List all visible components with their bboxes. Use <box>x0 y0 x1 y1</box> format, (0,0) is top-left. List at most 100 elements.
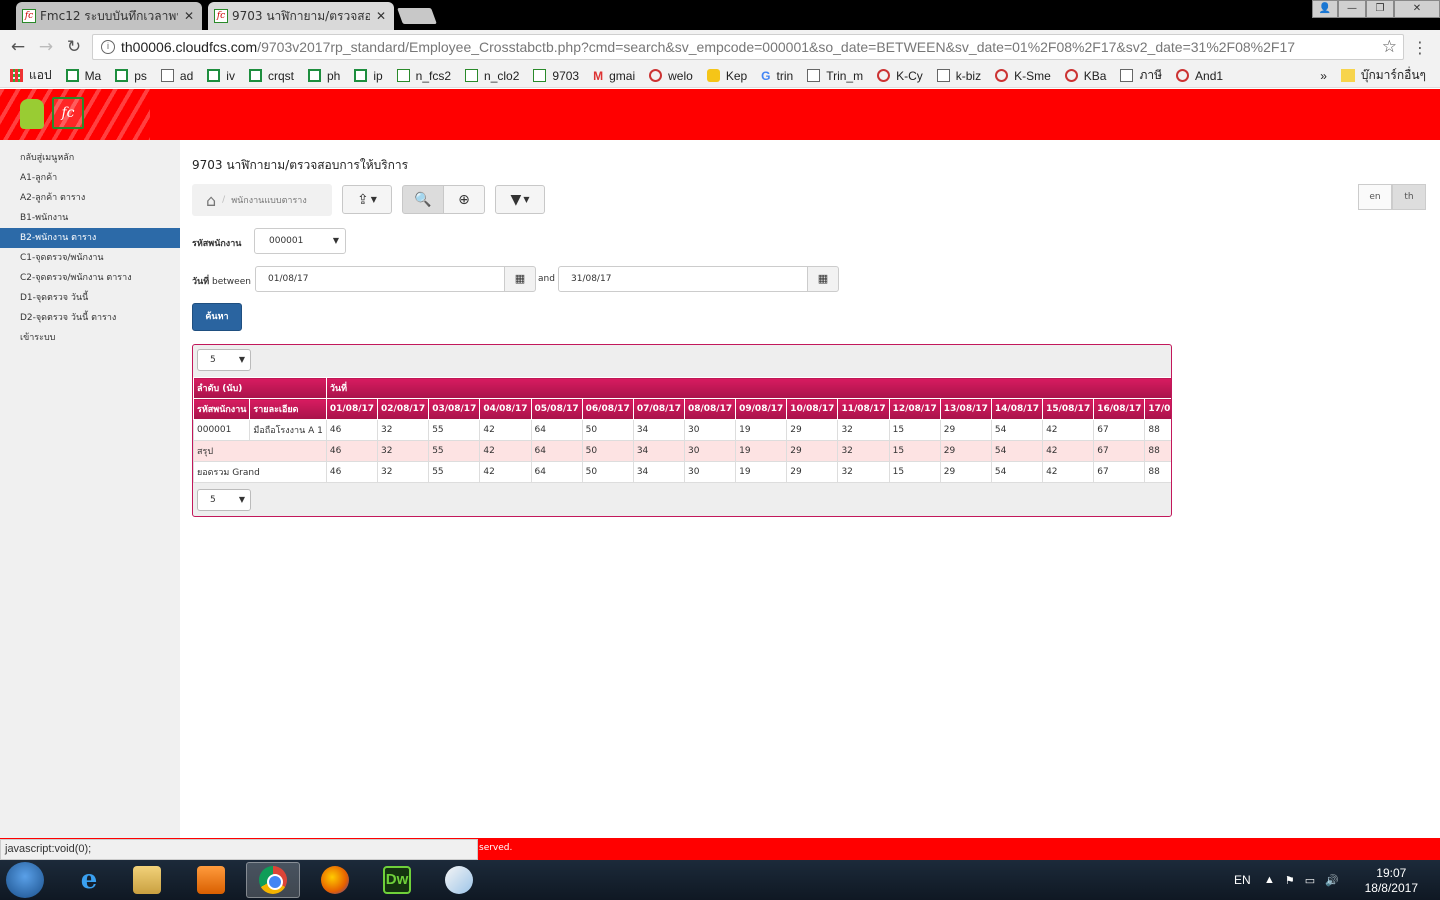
date-column-header[interactable]: 16/08/17 <box>1093 398 1146 420</box>
lang-en-button[interactable]: en <box>1358 184 1392 210</box>
page-size-select-bottom[interactable]: 5 ▼ <box>197 489 251 511</box>
date-column-header[interactable]: 02/08/17 <box>377 398 430 420</box>
bookmark-item[interactable]: Kep <box>706 69 747 83</box>
bookmark-item[interactable]: welo <box>649 69 693 83</box>
date-column-header[interactable]: 07/08/17 <box>632 398 685 420</box>
bookmark-item[interactable]: n_clo2 <box>465 69 519 83</box>
bookmark-item[interactable]: แอป <box>10 66 52 85</box>
date-column-header[interactable]: 03/08/17 <box>428 398 481 420</box>
bookmark-item[interactable]: ph <box>307 69 340 83</box>
bookmark-item[interactable]: 9703 <box>533 69 579 83</box>
bookmark-item[interactable]: iv <box>207 69 235 83</box>
tray-expand-icon[interactable]: ▲ <box>1264 874 1275 886</box>
close-tab-icon[interactable]: ✕ <box>376 9 386 23</box>
bookmark-item[interactable]: And1 <box>1176 69 1223 83</box>
date-column-header[interactable]: 17/08/17 <box>1144 398 1171 420</box>
info-icon[interactable]: i <box>101 40 115 54</box>
bookmark-item[interactable]: K-Sme <box>995 69 1051 83</box>
bookmark-star-icon[interactable]: ☆ <box>1382 37 1397 57</box>
taskbar-explorer[interactable] <box>120 862 174 898</box>
bookmark-item[interactable]: n_fcs2 <box>396 69 451 83</box>
reload-icon[interactable]: ↻ <box>64 37 84 57</box>
date-column-header[interactable]: 05/08/17 <box>530 398 583 420</box>
caret-down-icon: ▼ <box>523 195 530 204</box>
advanced-search-button[interactable]: ⊕ <box>443 185 485 214</box>
taskbar-firefox[interactable] <box>308 862 362 898</box>
user-icon[interactable]: 👤 <box>1312 0 1338 18</box>
date-column-header[interactable]: 13/08/17 <box>939 398 992 420</box>
sidebar-item[interactable]: B1-พนักงาน <box>0 208 180 228</box>
bookmark-item[interactable]: ps <box>115 69 147 83</box>
other-bookmarks[interactable]: บุ๊กมาร์กอื่นๆ <box>1340 66 1426 85</box>
date-to-input[interactable]: 31/08/17 <box>558 266 808 292</box>
bookmark-item[interactable]: k-biz <box>936 69 981 83</box>
calendar-from-icon[interactable]: ▦ <box>504 266 536 292</box>
col-emp-header[interactable]: รหัสพนักงาน <box>193 398 251 420</box>
taskbar-ie[interactable]: e <box>62 862 116 898</box>
date-column-header[interactable]: 14/08/17 <box>990 398 1044 420</box>
browser-tab-1[interactable]: fc Fmc12 ระบบบันทึกเวลาพนัก ✕ <box>16 2 202 30</box>
date-column-header[interactable]: 12/08/17 <box>888 398 941 420</box>
date-column-header[interactable]: 01/08/17 <box>325 398 379 420</box>
bookmark-item[interactable]: ad <box>160 69 193 83</box>
bookmark-item[interactable]: Mgmai <box>593 69 635 84</box>
bookmark-item[interactable]: KBa <box>1064 69 1106 83</box>
taskbar-chrome[interactable] <box>246 862 300 898</box>
date-column-header[interactable]: 04/08/17 <box>479 398 532 420</box>
sidebar-item[interactable]: กลับสู่เมนูหลัก <box>0 148 180 168</box>
sidebar-item[interactable]: C1-จุดตรวจ/พนักงาน <box>0 248 180 268</box>
bookmark-item[interactable]: ip <box>354 69 383 83</box>
maximize-button[interactable]: ❐ <box>1366 0 1394 18</box>
sidebar-item[interactable]: เข้าระบบ <box>0 328 180 348</box>
search-toggle-button[interactable]: 🔍 <box>402 185 444 214</box>
col-detail-header[interactable]: รายละเอียด <box>249 398 327 420</box>
forward-arrow-icon[interactable]: → <box>36 37 56 57</box>
taskbar-media[interactable] <box>184 862 238 898</box>
export-button[interactable]: ⇪ ▼ <box>342 185 392 214</box>
home-icon[interactable]: ⌂ <box>206 191 216 210</box>
browser-menu-icon[interactable]: ⋮ <box>1412 38 1428 57</box>
sidebar-item[interactable]: C2-จุดตรวจ/พนักงาน ตาราง <box>0 268 180 288</box>
sidebar-item[interactable]: D2-จุดตรวจ วันนี้ ตาราง <box>0 308 180 328</box>
taskbar-paint[interactable] <box>432 862 486 898</box>
bookmark-item[interactable]: Ma <box>65 69 101 83</box>
sidebar-item[interactable]: B2-พนักงาน ตาราง <box>0 228 180 248</box>
date-from-input[interactable]: 01/08/17 <box>255 266 505 292</box>
sidebar-item[interactable]: D1-จุดตรวจ วันนี้ <box>0 288 180 308</box>
bookmarks-more-icon[interactable]: » <box>1320 69 1327 83</box>
address-bar[interactable]: i th00006.cloudfcs.com/9703v2017rp_stand… <box>92 34 1404 60</box>
network-icon[interactable]: ▭ <box>1305 874 1315 887</box>
bookmark-item[interactable]: crqst <box>248 69 294 83</box>
search-button[interactable]: ค้นหา <box>192 303 242 331</box>
close-window-button[interactable]: ✕ <box>1394 0 1440 18</box>
bookmark-item[interactable]: ภาษี <box>1120 66 1162 85</box>
group-header-left[interactable]: ลำดับ (นับ) <box>193 377 327 399</box>
bookmark-item[interactable]: Gtrin <box>761 69 793 84</box>
new-tab-button[interactable] <box>397 8 437 24</box>
sidebar-item[interactable]: A1-ลูกค้า <box>0 168 180 188</box>
date-column-header[interactable]: 08/08/17 <box>683 398 737 420</box>
sidebar-item[interactable]: A2-ลูกค้า ตาราง <box>0 188 180 208</box>
volume-icon[interactable]: 🔊 <box>1325 874 1339 887</box>
date-column-header[interactable]: 15/08/17 <box>1042 398 1095 420</box>
page-size-select-top[interactable]: 5 ▼ <box>197 349 251 371</box>
emp-code-select[interactable]: 000001 ▼ <box>254 228 346 254</box>
start-button-icon[interactable] <box>6 862 44 898</box>
browser-tab-2[interactable]: fc 9703 นาฬิกายาม/ตรวจสอบก ✕ <box>208 2 394 30</box>
date-column-header[interactable]: 10/08/17 <box>786 398 839 420</box>
date-column-header[interactable]: 11/08/17 <box>837 398 890 420</box>
close-tab-icon[interactable]: ✕ <box>184 9 194 23</box>
input-language[interactable]: EN <box>1234 860 1251 900</box>
action-center-icon[interactable]: ⚑ <box>1285 874 1295 887</box>
taskbar-dreamweaver[interactable]: Dw <box>370 862 424 898</box>
lang-th-button[interactable]: th <box>1392 184 1426 210</box>
calendar-to-icon[interactable]: ▦ <box>807 266 839 292</box>
back-arrow-icon[interactable]: ← <box>8 37 28 57</box>
bookmark-item[interactable]: Trin_m <box>807 69 863 83</box>
date-column-header[interactable]: 09/08/17 <box>735 398 788 420</box>
minimize-button[interactable]: — <box>1338 0 1366 18</box>
taskbar-clock[interactable]: 19:07 18/8/2017 <box>1365 866 1418 896</box>
filter-button[interactable]: ▼ ▼ <box>495 185 545 214</box>
date-column-header[interactable]: 06/08/17 <box>581 398 634 420</box>
bookmark-item[interactable]: K-Cy <box>877 69 923 83</box>
